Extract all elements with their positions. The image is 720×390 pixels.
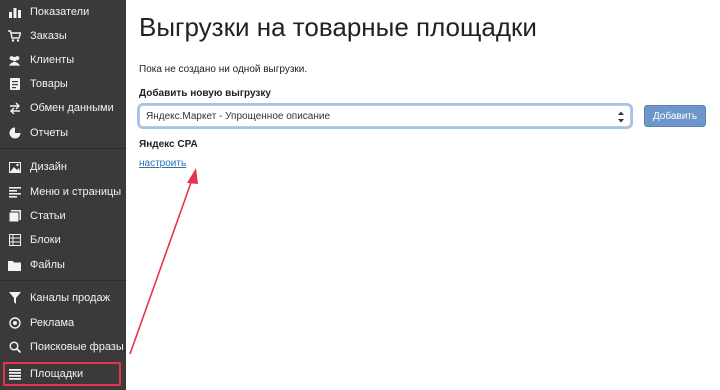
sidebar-item-articles[interactable]: Статьи <box>0 205 126 227</box>
page: Показатели Заказы Клиенты Товары Обмен д… <box>0 0 720 390</box>
sidebar-item-label: Отчеты <box>30 127 69 139</box>
dashboard-icon <box>8 6 21 19</box>
cart-icon <box>8 30 21 43</box>
sidebar-item-dashboard[interactable]: Показатели <box>0 1 126 23</box>
sidebar-item-label: Поисковые фразы <box>30 341 124 353</box>
annotation-highlight-box <box>3 362 121 386</box>
add-export-label: Добавить новую выгрузку <box>139 88 271 99</box>
products-icon <box>8 78 21 91</box>
exchange-icon <box>8 102 21 115</box>
articles-icon <box>8 210 21 223</box>
sidebar-item-search-phrases[interactable]: Поисковые фразы <box>0 336 126 358</box>
sidebar-item-orders[interactable]: Заказы <box>0 25 126 47</box>
sidebar-item-label: Товары <box>30 78 68 90</box>
image-icon <box>8 161 21 174</box>
main-content: Выгрузки на товарные площадки Пока не со… <box>126 0 720 390</box>
sidebar-item-files[interactable]: Файлы <box>0 254 126 276</box>
search-icon <box>8 341 21 354</box>
export-type-select[interactable]: Яндекс.Маркет - Упрощенное описание <box>139 105 631 127</box>
sidebar-item-label: Клиенты <box>30 54 75 66</box>
sidebar-item-reports[interactable]: Отчеты <box>0 122 126 144</box>
sidebar-item-label: Файлы <box>30 259 65 271</box>
sidebar-item-label: Показатели <box>30 6 90 18</box>
sidebar-item-label: Дизайн <box>30 161 67 173</box>
select-arrows-icon <box>618 111 624 123</box>
sidebar-item-products[interactable]: Товары <box>0 73 126 95</box>
users-icon <box>8 54 21 67</box>
sidebar-item-label: Заказы <box>30 30 67 42</box>
sidebar-item-menu-pages[interactable]: Меню и страницы <box>0 181 126 203</box>
menu-lines-icon <box>8 186 21 199</box>
sidebar-item-advertising[interactable]: Реклама <box>0 312 126 334</box>
sidebar-item-blocks[interactable]: Блоки <box>0 229 126 251</box>
blocks-icon <box>8 234 21 247</box>
page-title: Выгрузки на товарные площадки <box>139 12 537 42</box>
sidebar-item-exchange[interactable]: Обмен данными <box>0 97 126 119</box>
pie-chart-icon <box>8 127 21 140</box>
folder-icon <box>8 259 21 272</box>
sidebar-item-label: Статьи <box>30 210 66 222</box>
sidebar-divider <box>0 148 126 149</box>
sidebar-item-label: Блоки <box>30 234 61 246</box>
target-icon <box>8 317 21 330</box>
configure-link[interactable]: настроить <box>139 158 186 169</box>
sidebar-item-design[interactable]: Дизайн <box>0 156 126 178</box>
sidebar: Показатели Заказы Клиенты Товары Обмен д… <box>0 0 126 390</box>
sidebar-item-label: Каналы продаж <box>30 292 110 304</box>
yandex-cpa-title: Яндекс CPA <box>139 139 198 150</box>
sidebar-item-sales-channels[interactable]: Каналы продаж <box>0 287 126 309</box>
sidebar-item-label: Меню и страницы <box>30 186 122 198</box>
empty-message: Пока не создано ни одной выгрузки. <box>139 64 308 75</box>
sidebar-item-label: Обмен данными <box>30 102 114 114</box>
sidebar-item-clients[interactable]: Клиенты <box>0 49 126 71</box>
sidebar-divider <box>0 280 126 281</box>
add-button[interactable]: Добавить <box>644 105 706 127</box>
select-value: Яндекс.Маркет - Упрощенное описание <box>146 110 331 122</box>
sidebar-item-label: Реклама <box>30 317 75 329</box>
funnel-icon <box>8 292 21 305</box>
